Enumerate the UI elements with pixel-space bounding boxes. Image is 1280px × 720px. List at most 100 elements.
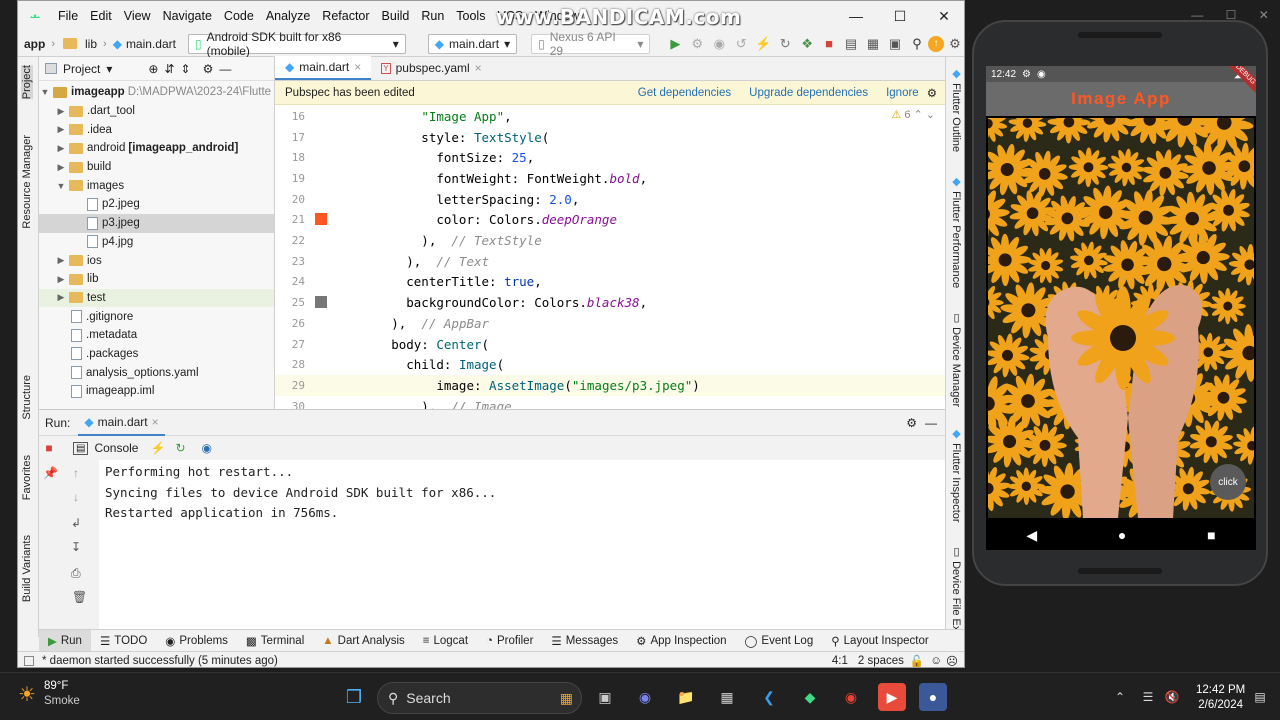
- settings-icon[interactable]: ⚙: [906, 416, 917, 430]
- code-line[interactable]: 28 child: Image(: [275, 354, 945, 375]
- task-view-icon[interactable]: ▣: [591, 683, 619, 711]
- chevron-right-icon[interactable]: ▶: [55, 162, 67, 173]
- tool-flutter-inspector[interactable]: ◆ Flutter Inspector: [950, 427, 963, 523]
- menu-build[interactable]: Build: [376, 1, 416, 31]
- hide-icon[interactable]: —: [219, 62, 231, 76]
- tree-item[interactable]: ▼ images: [39, 176, 274, 195]
- code-area[interactable]: ⚠ 6 ⌃ ⌄ 16 "Image App", 17 style: TextSty…: [275, 106, 945, 414]
- chevron-up-icon[interactable]: ⌃: [1106, 683, 1134, 711]
- menu-view[interactable]: View: [118, 1, 157, 31]
- hide-icon[interactable]: —: [925, 416, 937, 430]
- chevron-down-icon[interactable]: ▾: [106, 62, 112, 76]
- minimize-button[interactable]: —: [834, 1, 878, 31]
- tool-layout-inspector[interactable]: ⚲ Layout Inspector: [822, 630, 937, 652]
- apply-changes-icon[interactable]: ❖: [796, 33, 818, 55]
- get-dependencies-link[interactable]: Get dependencies: [638, 87, 731, 99]
- home-icon[interactable]: ●: [1118, 527, 1126, 543]
- close-icon[interactable]: ×: [152, 415, 159, 429]
- back-icon[interactable]: ◀: [1026, 527, 1037, 544]
- toggle-tool-windows-icon[interactable]: [24, 655, 34, 666]
- menu-run[interactable]: Run: [415, 1, 450, 31]
- tool-dart-analysis[interactable]: ▲ Dart Analysis: [313, 630, 414, 652]
- run-icon[interactable]: ▶: [664, 33, 686, 55]
- tool-terminal[interactable]: ▩ Terminal: [237, 630, 313, 652]
- tool-app-inspection[interactable]: ⚙ App Inspection: [627, 630, 735, 652]
- feedback-icon[interactable]: ☹: [946, 654, 958, 668]
- profile-icon[interactable]: ◉: [708, 33, 730, 55]
- taskbar-clock[interactable]: 12:42 PM 2/6/2024: [1196, 683, 1245, 713]
- tool-run[interactable]: ▶ Run: [39, 629, 91, 652]
- debug-icon[interactable]: ⚙: [686, 33, 708, 55]
- tree-item[interactable]: .packages: [39, 345, 274, 364]
- breadcrumb-app[interactable]: app: [18, 37, 51, 51]
- sdk-manager-icon[interactable]: ▣: [884, 33, 906, 55]
- tree-item[interactable]: .gitignore: [39, 307, 274, 326]
- chat-icon[interactable]: ◉: [631, 683, 659, 711]
- tool-structure[interactable]: Structure: [21, 375, 33, 420]
- recents-icon[interactable]: ■: [1207, 527, 1215, 543]
- expand-icon[interactable]: ⇕: [181, 62, 191, 76]
- hot-restart-icon[interactable]: ↻: [774, 33, 796, 55]
- maximize-button[interactable]: ☐: [878, 1, 922, 31]
- android-studio-icon[interactable]: ◆: [796, 683, 824, 711]
- tree-item[interactable]: ▶ .dart_tool: [39, 102, 274, 121]
- emulator-screen[interactable]: 12:42 ⚙ ◉ ◢ DEBUG Image App: [986, 66, 1256, 520]
- menu-edit[interactable]: Edit: [84, 1, 118, 31]
- lock-icon[interactable]: 🔓: [910, 654, 924, 668]
- tool-device-file-explorer[interactable]: ▯ Device File Ex: [950, 545, 963, 631]
- close-icon[interactable]: ✕: [1259, 8, 1269, 22]
- menu-code[interactable]: Code: [218, 1, 260, 31]
- code-line[interactable]: 21 color: Colors.deepOrange: [275, 210, 945, 231]
- smiley-icon[interactable]: ☺: [930, 655, 942, 667]
- tool-flutter-outline[interactable]: ◆ Flutter Outline: [950, 67, 963, 152]
- console-tab[interactable]: ▤ Console: [73, 441, 138, 455]
- file-explorer-icon[interactable]: 📁: [672, 683, 700, 711]
- device-selector[interactable]: ▯ Android SDK built for x86 (mobile) ▾: [187, 30, 406, 58]
- settings-icon[interactable]: ⚙: [203, 62, 214, 76]
- emulator-selector[interactable]: ▯ Nexus 6 API 29 ▾: [531, 30, 651, 58]
- attach-icon[interactable]: ↺: [730, 33, 752, 55]
- menu-tools[interactable]: Tools: [450, 1, 491, 31]
- tool-profiler[interactable]: ◔ Profiler: [477, 630, 542, 652]
- chevron-right-icon[interactable]: ▶: [55, 255, 67, 266]
- code-line[interactable]: 22 ), // TextStyle: [275, 230, 945, 251]
- windows-start-icon[interactable]: ❒: [340, 683, 368, 711]
- status-message[interactable]: * daemon started successfully (5 minutes…: [42, 655, 278, 667]
- collapse-icon[interactable]: ⇵: [164, 62, 174, 76]
- menu-analyze[interactable]: Analyze: [260, 1, 316, 31]
- code-line[interactable]: 23 ), // Text: [275, 251, 945, 272]
- code-line[interactable]: 19 fontWeight: FontWeight.bold,: [275, 168, 945, 189]
- breadcrumb-lib[interactable]: lib: [55, 37, 103, 51]
- menu-navigate[interactable]: Navigate: [157, 1, 218, 31]
- hot-restart-icon[interactable]: ↻: [175, 441, 185, 455]
- breadcrumb-main-dart[interactable]: ◆ main.dart: [107, 37, 182, 51]
- notifications-icon[interactable]: ▤: [1246, 683, 1274, 711]
- stop-icon[interactable]: ■: [818, 33, 840, 55]
- stop-icon[interactable]: ■: [39, 441, 59, 455]
- color-swatch-icon[interactable]: [315, 212, 327, 225]
- chevron-right-icon[interactable]: ▶: [55, 106, 67, 117]
- scroll-to-end-icon[interactable]: ↧: [71, 540, 81, 554]
- color-swatch-icon[interactable]: [315, 295, 327, 308]
- tool-favorites[interactable]: Favorites: [21, 455, 33, 500]
- ignore-link[interactable]: Ignore: [886, 87, 919, 99]
- tree-item[interactable]: analysis_options.yaml: [39, 363, 274, 382]
- tree-root[interactable]: ▼ imageapp D:\MADPWA\2023-24\Flutte: [39, 83, 274, 102]
- menu-refactor[interactable]: Refactor: [316, 1, 375, 31]
- tool-logcat[interactable]: ≡ Logcat: [414, 630, 477, 652]
- tree-item[interactable]: .metadata: [39, 326, 274, 345]
- soft-wrap-icon[interactable]: ↲: [71, 516, 81, 530]
- code-line[interactable]: 24 centerTitle: true,: [275, 272, 945, 293]
- recorder-icon[interactable]: ▶: [878, 683, 906, 711]
- tool-resource-manager[interactable]: Resource Manager: [21, 135, 33, 229]
- store-icon[interactable]: ▦: [713, 683, 741, 711]
- chevron-right-icon[interactable]: ▶: [55, 143, 67, 154]
- tree-item[interactable]: p2.jpeg: [39, 195, 274, 214]
- device-manager-icon[interactable]: ▦: [862, 33, 884, 55]
- project-view-selector[interactable]: Project: [63, 62, 100, 76]
- tool-project[interactable]: Project: [21, 65, 33, 100]
- tree-item[interactable]: p4.jpg: [39, 233, 274, 252]
- chevron-right-icon[interactable]: ▶: [55, 124, 67, 135]
- tool-todo[interactable]: ☰ TODO: [91, 630, 156, 652]
- close-button[interactable]: ✕: [922, 1, 964, 31]
